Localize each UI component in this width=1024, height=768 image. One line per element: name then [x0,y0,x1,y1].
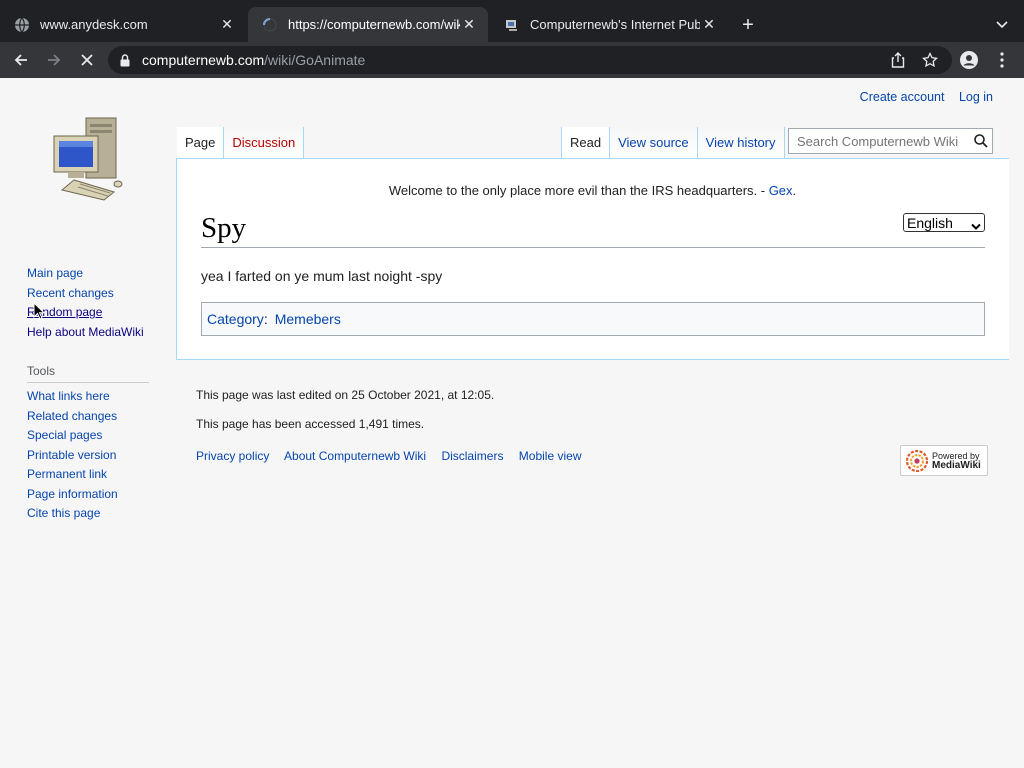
browser-tab-title: https://computernewb.com/wiki [288,17,460,32]
footer-links: Privacy policy About Computernewb Wiki D… [196,449,594,463]
sidebar-item-random-page[interactable]: Random page [27,303,157,323]
url-host: computernewb.com [142,52,265,68]
close-icon[interactable]: ✕ [460,16,478,34]
create-account-link[interactable]: Create account [860,90,945,104]
mobile-view-link[interactable]: Mobile view [519,449,582,463]
kebab-menu-icon[interactable] [990,48,1014,72]
about-link[interactable]: About Computernewb Wiki [284,449,426,463]
browser-toolbar: computernewb.com/wiki/GoAnimate [0,42,1024,78]
close-icon[interactable]: ✕ [218,16,236,34]
sidebar-item-cite-this-page[interactable]: Cite this page [27,504,157,524]
back-arrow-icon[interactable] [9,48,33,72]
last-edited-text: This page was last edited on 25 October … [196,388,495,402]
namespace-tabs: Page Discussion [177,127,305,158]
category-label-link[interactable]: Category [207,311,264,327]
tab-page[interactable]: Page [177,127,225,158]
share-icon[interactable] [886,48,910,72]
site-notice-text: Welcome to the only place more evil than… [388,183,769,198]
browser-tab-bar: www.anydesk.com ✕ https://computernewb.c… [0,0,1024,42]
sidebar-item-main-page[interactable]: Main page [27,264,157,284]
url-path: /wiki/GoAnimate [264,52,366,68]
sidebar-item-related-changes[interactable]: Related changes [27,407,157,427]
mouse-pointer-icon [33,301,46,320]
site-notice: Welcome to the only place more evil than… [200,183,985,198]
category-links: Category: Memebers [201,302,985,336]
tools-heading: Tools [27,360,149,383]
footer-info: This page was last edited on 25 October … [196,387,494,445]
browser-tab-internet-pub[interactable]: Computernewb's Internet Pub ✕ [490,7,728,42]
tab-view-history[interactable]: View history [697,127,785,158]
page-title: Spy [201,209,985,248]
browser-tab-title: Computernewb's Internet Pub [530,17,700,32]
new-tab-plus-icon[interactable]: + [736,13,760,37]
sidebar-item-help[interactable]: Help about MediaWiki [27,323,157,343]
browser-tab-title: www.anydesk.com [40,17,148,32]
sidebar-item-permanent-link[interactable]: Permanent link [27,465,157,485]
access-count-text: This page has been accessed 1,491 times. [196,417,425,431]
search-box [788,128,993,154]
close-icon[interactable]: ✕ [700,16,718,34]
search-icon[interactable] [969,129,992,153]
site-icon [504,17,520,33]
forward-arrow-icon[interactable] [42,48,66,72]
disclaimers-link[interactable]: Disclaimers [441,449,503,463]
category-separator: : [263,311,268,327]
browser-tab-computernewb-wiki[interactable]: https://computernewb.com/wiki ✕ [248,7,488,42]
personal-tools: Create account Log in [849,90,993,104]
sidebar-item-special-pages[interactable]: Special pages [27,426,157,446]
powered-by-line2: MediaWiki [932,459,981,471]
mediawiki-sunflower-icon [906,449,928,472]
profile-avatar-icon[interactable] [957,48,981,72]
article-body: yea I farted on ye mum last noight -spy [201,268,443,284]
sidebar-item-what-links-here[interactable]: What links here [27,387,157,407]
tab-view-source[interactable]: View source [610,127,698,158]
address-bar[interactable]: computernewb.com/wiki/GoAnimate [108,46,952,74]
loading-spinner-icon [262,17,278,33]
site-notice-end: . [792,183,797,198]
tab-read[interactable]: Read [561,127,611,158]
sidebar: Main page Recent changes Random page Hel… [27,264,157,524]
globe-icon [14,17,30,33]
lock-icon [120,53,132,67]
gex-link[interactable]: Gex [769,183,793,198]
category-memebers-link[interactable]: Memebers [275,311,341,327]
chevron-down-icon[interactable] [990,13,1014,37]
browser-tab-anydesk[interactable]: www.anydesk.com ✕ [0,7,246,42]
wiki-page: Create account Log in Main page Recent c… [0,78,1024,768]
powered-by-text: Powered by MediaWiki [932,451,981,471]
sidebar-item-printable-version[interactable]: Printable version [27,446,157,466]
privacy-policy-link[interactable]: Privacy policy [196,449,269,463]
site-logo[interactable] [50,114,130,204]
powered-by-mediawiki-badge[interactable]: Powered by MediaWiki [900,445,988,476]
view-tabs: Read View source View history [561,127,785,158]
log-in-link[interactable]: Log in [959,90,993,104]
sidebar-item-page-information[interactable]: Page information [27,485,157,505]
search-input[interactable] [795,132,969,150]
stop-loading-icon[interactable] [75,48,99,72]
tab-discussion[interactable]: Discussion [224,127,305,158]
sidebar-item-recent-changes[interactable]: Recent changes [27,284,157,304]
bookmark-star-icon[interactable] [918,48,942,72]
